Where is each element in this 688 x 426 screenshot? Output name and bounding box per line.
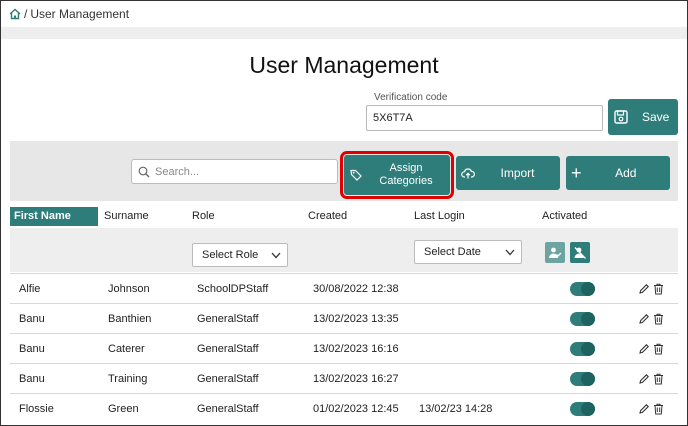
import-button[interactable]: Import [456,156,560,190]
tag-icon [350,169,362,181]
trash-icon[interactable] [653,403,664,415]
activated-toggle[interactable] [570,402,595,416]
pencil-icon[interactable] [638,283,650,295]
user-cross-icon [574,246,586,259]
cell-first-name: Flossie [19,403,54,415]
pencil-icon[interactable] [638,403,650,415]
cloud-upload-icon [461,168,475,179]
page-title: User Management [249,52,439,78]
role-filter-value: Select Role [202,249,259,261]
assign-categories-button[interactable]: Assign Categories [340,151,454,199]
cell-first-name: Banu [19,313,45,325]
home-icon[interactable] [9,8,21,20]
trash-icon[interactable] [653,373,664,385]
verification-code-input[interactable]: 5X6T7A [366,105,603,131]
cell-created: 13/02/2023 16:27 [313,373,399,385]
activated-toggle[interactable] [570,342,595,356]
verification-label: Verification code [374,92,448,103]
cell-role: GeneralStaff [197,373,259,385]
cell-created: 13/02/2023 13:35 [313,313,399,325]
column-header-last-login[interactable]: Last Login [414,207,465,226]
column-header-activated[interactable]: Activated [542,207,587,226]
breadcrumb: / User Management [9,7,129,21]
cell-role: GeneralStaff [197,403,259,415]
column-header-surname[interactable]: Surname [104,207,149,226]
cell-surname: Johnson [108,283,150,295]
save-button-label: Save [642,110,670,124]
table-row[interactable]: Alfie Johnson SchoolDPStaff 30/08/2022 12:3… [10,273,678,303]
column-header-created[interactable]: Created [308,207,347,226]
date-filter-value: Select Date [424,246,481,258]
cell-surname: Banthien [108,313,152,325]
assign-label-line2: Categories [379,175,433,187]
search-placeholder: Search... [155,165,200,178]
breadcrumb-separator: / [24,7,28,21]
table-row[interactable]: Banu Training GeneralStaff 13/02/2023 16:27 [10,363,678,393]
header-band [1,27,687,39]
activated-filter-button[interactable] [545,242,565,263]
cell-role: GeneralStaff [197,343,259,355]
table-row[interactable]: Banu Banthien GeneralStaff 13/02/2023 13:35 [10,303,678,333]
import-button-label: Import [500,166,535,180]
breadcrumb-current: User Management [30,7,130,21]
trash-icon[interactable] [653,283,664,295]
column-header-role[interactable]: Role [192,207,215,226]
assign-categories-label: Assign Categories [362,162,450,188]
add-button-label: Add [615,166,637,180]
column-header-first-name[interactable]: First Name [10,207,98,226]
table-row[interactable]: Banu Caterer GeneralStaff 13/02/2023 16:16 [10,333,678,363]
assign-label-line1: Assign [389,162,423,174]
trash-icon[interactable] [653,343,664,355]
chevron-down-icon [505,249,515,255]
role-filter-select[interactable]: Select Role [192,243,288,267]
date-filter-select[interactable]: Select Date [414,240,522,264]
pencil-icon[interactable] [638,343,650,355]
cell-first-name: Banu [19,373,45,385]
save-button[interactable]: Save [608,99,678,135]
table-row[interactable]: Flossie Green GeneralStaff 01/02/2023 12:45… [10,393,678,423]
search-input[interactable]: Search... [131,159,338,184]
magnifier-icon [138,166,150,177]
cell-role: GeneralStaff [197,313,259,325]
pencil-icon[interactable] [638,373,650,385]
deactivated-filter-button[interactable] [570,242,590,263]
cell-created: 01/02/2023 12:45 [313,403,399,415]
trash-icon[interactable] [653,313,664,325]
floppy-disk-icon [614,110,628,124]
activated-toggle[interactable] [570,282,595,296]
pencil-icon[interactable] [638,313,650,325]
activated-toggle[interactable] [570,372,595,386]
cell-first-name: Banu [19,343,45,355]
cell-surname: Training [108,373,148,385]
user-check-icon [549,247,562,258]
cell-first-name: Alfie [19,283,41,295]
cell-surname: Caterer [108,343,145,355]
cell-surname: Green [108,403,139,415]
cell-created: 13/02/2023 16:16 [313,343,399,355]
cell-last-login: 13/02/23 14:28 [419,403,493,415]
add-button[interactable]: + Add [566,156,670,190]
chevron-down-icon [271,252,281,258]
cell-created: 30/08/2022 12:38 [313,283,399,295]
activated-toggle[interactable] [570,312,595,326]
cell-role: SchoolDPStaff [197,283,269,295]
plus-icon: + [571,163,582,183]
